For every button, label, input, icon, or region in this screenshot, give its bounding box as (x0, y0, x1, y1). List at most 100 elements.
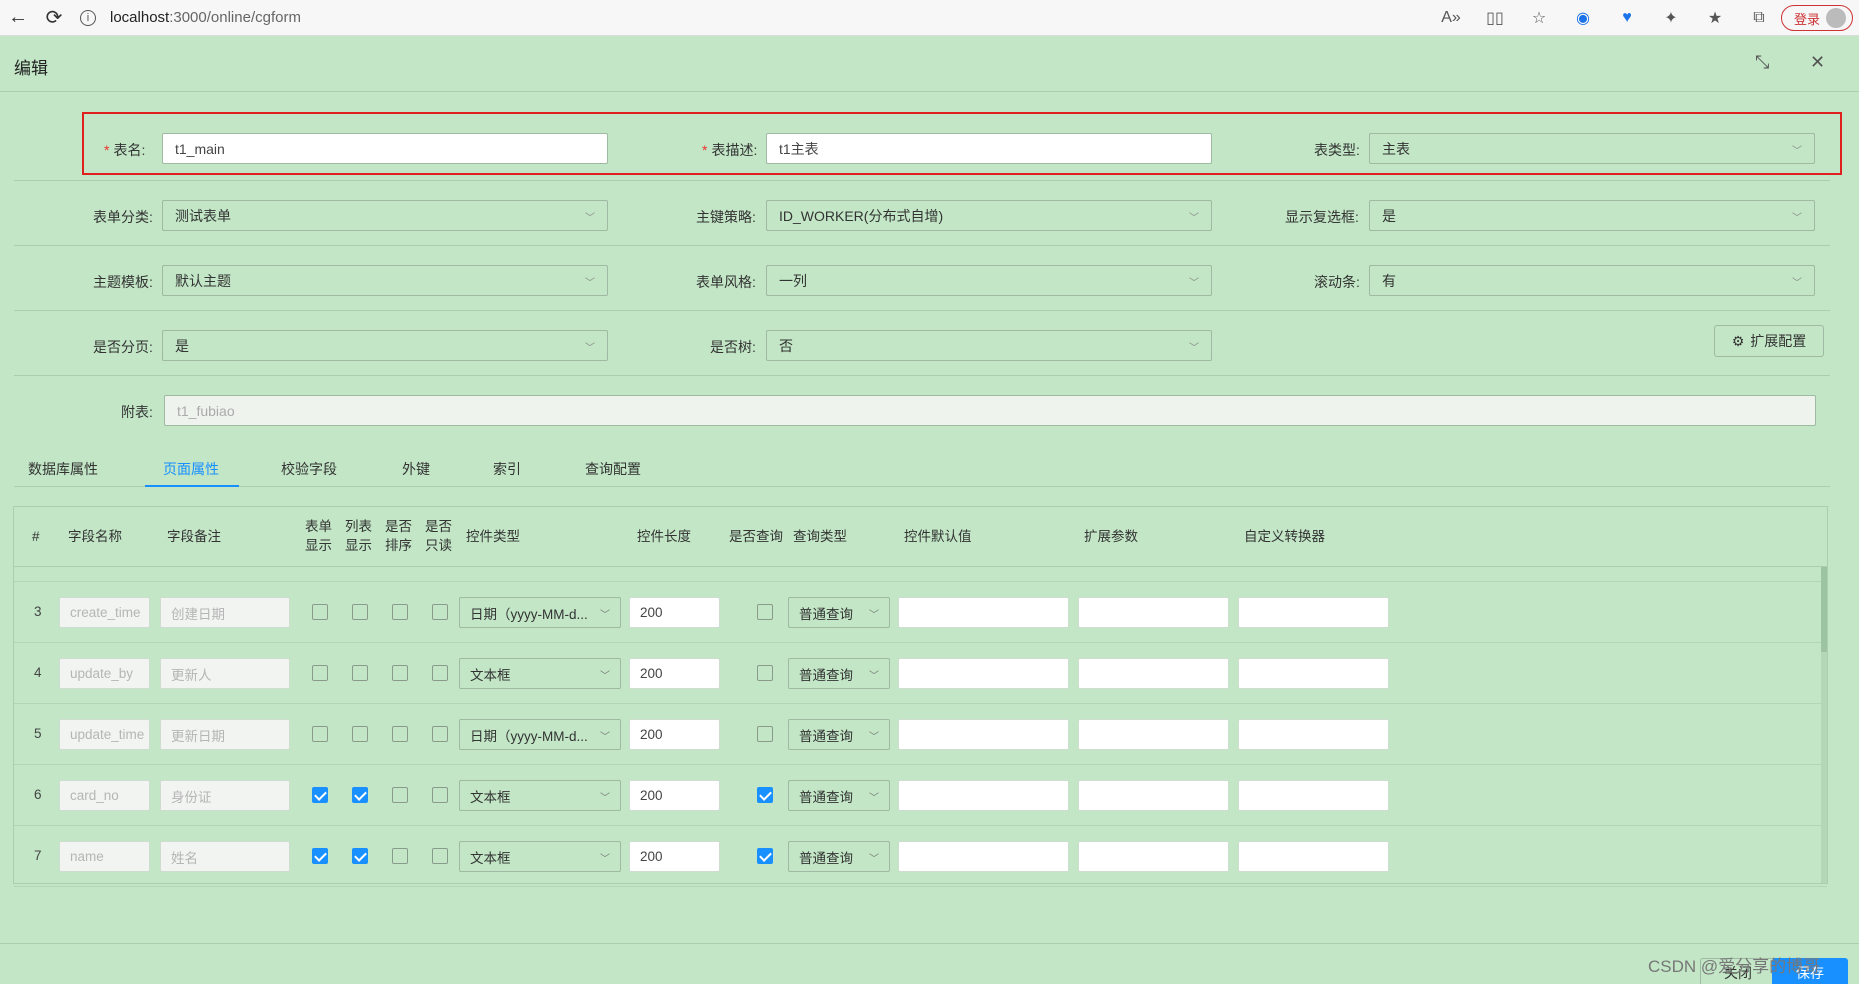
ext-param-input[interactable] (1078, 780, 1229, 811)
sort-checkbox[interactable] (392, 604, 408, 620)
sub-table-input[interactable]: t1_fubiao (164, 395, 1816, 426)
paging-select[interactable]: 是 ﹀ (162, 330, 608, 361)
ctrl-type-select[interactable]: 文本框 ﹀ (459, 780, 621, 811)
field-remark-input[interactable]: 更新人 (160, 658, 290, 689)
tab-foreign-key[interactable]: 外键 (402, 459, 430, 479)
field-name-input[interactable]: update_time (59, 719, 150, 750)
default-val-input[interactable] (898, 658, 1069, 689)
shield-extension-icon[interactable]: ♥ (1605, 0, 1649, 36)
query-type-select[interactable]: 普通查询 ﹀ (788, 780, 890, 811)
field-name-input[interactable]: name (59, 841, 150, 872)
ext-config-button[interactable]: ⚙ 扩展配置 (1714, 325, 1824, 357)
ro-checkbox[interactable] (432, 787, 448, 803)
list-checkbox[interactable] (352, 665, 368, 681)
form-style-select[interactable]: 一列 ﹀ (766, 265, 1212, 296)
ctrl-type-select[interactable]: 日期（yyyy-MM-d... ﹀ (459, 597, 621, 628)
query-type-select[interactable]: 普通查询 ﹀ (788, 658, 890, 689)
ro-checkbox[interactable] (432, 726, 448, 742)
list-checkbox[interactable] (352, 848, 368, 864)
ext-param-input[interactable] (1078, 597, 1229, 628)
query-type-select[interactable]: 普通查询 ﹀ (788, 841, 890, 872)
query-checkbox[interactable] (757, 726, 773, 742)
sort-checkbox[interactable] (392, 848, 408, 864)
tab-db-props[interactable]: 数据库属性 (28, 459, 98, 479)
ctrl-type-select[interactable]: 文本框 ﹀ (459, 658, 621, 689)
close-icon[interactable]: ✕ (1810, 52, 1825, 73)
reload-icon[interactable]: ⟳ (36, 0, 72, 36)
show-checkbox-label: 显示复选框: (1285, 209, 1359, 225)
pk-strategy-select[interactable]: ID_WORKER(分布式自增) ﹀ (766, 200, 1212, 231)
tab-validation[interactable]: 校验字段 (281, 459, 337, 479)
form-category-select[interactable]: 测试表单 ﹀ (162, 200, 608, 231)
query-checkbox[interactable] (757, 848, 773, 864)
back-icon[interactable]: ← (0, 0, 36, 36)
converter-input[interactable] (1238, 780, 1389, 811)
query-type-select[interactable]: 普通查询 ﹀ (788, 597, 890, 628)
default-val-input[interactable] (898, 597, 1069, 628)
login-button[interactable]: 登录 (1780, 5, 1853, 31)
read-aloud-icon[interactable]: A» (1429, 0, 1473, 36)
ctrl-len-input[interactable]: 200 (629, 780, 720, 811)
query-checkbox[interactable] (757, 665, 773, 681)
query-type-select[interactable]: 普通查询 ﹀ (788, 719, 890, 750)
ext-param-input[interactable] (1078, 719, 1229, 750)
field-remark-input[interactable]: 创建日期 (160, 597, 290, 628)
query-checkbox[interactable] (757, 604, 773, 620)
field-remark-input[interactable]: 身份证 (160, 780, 290, 811)
converter-input[interactable] (1238, 658, 1389, 689)
default-val-input[interactable] (898, 719, 1069, 750)
form-checkbox[interactable] (312, 848, 328, 864)
field-name-input[interactable]: card_no (59, 780, 150, 811)
ctrl-len-input[interactable]: 200 (629, 658, 720, 689)
list-checkbox[interactable] (352, 726, 368, 742)
form-checkbox[interactable] (312, 726, 328, 742)
converter-input[interactable] (1238, 719, 1389, 750)
form-checkbox[interactable] (312, 604, 328, 620)
ctrl-len-input[interactable]: 200 (629, 597, 720, 628)
fullscreen-exit-icon[interactable]: ⤡ (1755, 52, 1769, 73)
ro-checkbox[interactable] (432, 848, 448, 864)
ext-param-input[interactable] (1078, 841, 1229, 872)
field-remark-input[interactable]: 更新日期 (160, 719, 290, 750)
collections-icon[interactable]: ⧉ (1737, 0, 1781, 36)
field-remark-input[interactable]: 姓名 (160, 841, 290, 872)
favorite-add-icon[interactable]: ☆ (1517, 0, 1561, 36)
is-tree-select[interactable]: 否 ﹀ (766, 330, 1212, 361)
ctrl-type-select[interactable]: 文本框 ﹀ (459, 841, 621, 872)
tab-page-props[interactable]: 页面属性 (163, 459, 219, 479)
extensions-icon[interactable]: ✦ (1649, 0, 1693, 36)
extension-icon[interactable]: ◉ (1561, 0, 1605, 36)
ext-param-input[interactable] (1078, 658, 1229, 689)
reader-view-icon[interactable]: ▯▯ (1473, 0, 1517, 36)
site-info-icon[interactable]: i (80, 9, 96, 26)
converter-input[interactable] (1238, 597, 1389, 628)
field-name-input[interactable]: create_time (59, 597, 150, 628)
tab-index[interactable]: 索引 (493, 459, 521, 479)
tab-query-config[interactable]: 查询配置 (585, 459, 641, 479)
query-checkbox[interactable] (757, 787, 773, 803)
sort-checkbox[interactable] (392, 726, 408, 742)
favorites-icon[interactable]: ★ (1693, 0, 1737, 36)
scrollbar-select[interactable]: 有 ﹀ (1369, 265, 1815, 296)
sort-checkbox[interactable] (392, 665, 408, 681)
ro-checkbox[interactable] (432, 604, 448, 620)
show-checkbox-select[interactable]: 是 ﹀ (1369, 200, 1815, 231)
converter-input[interactable] (1238, 841, 1389, 872)
form-checkbox[interactable] (312, 787, 328, 803)
list-checkbox[interactable] (352, 787, 368, 803)
ctrl-len-input[interactable]: 200 (629, 719, 720, 750)
theme-select[interactable]: 默认主题 ﹀ (162, 265, 608, 296)
table-scrollbar-thumb[interactable] (1821, 567, 1827, 652)
ctrl-len-input[interactable]: 200 (629, 841, 720, 872)
ctrl-type-select[interactable]: 日期（yyyy-MM-d... ﹀ (459, 719, 621, 750)
ro-checkbox[interactable] (432, 665, 448, 681)
default-val-input[interactable] (898, 780, 1069, 811)
field-name-input[interactable]: update_by (59, 658, 150, 689)
sort-checkbox[interactable] (392, 787, 408, 803)
address-bar[interactable]: i localhost:3000/online/cgform (80, 9, 301, 26)
url-path: :3000/online/cgform (169, 9, 301, 26)
default-val-input[interactable] (898, 841, 1069, 872)
table-row: 6 card_no 身份证 文本框 ﹀ 200 普通查询 ﹀ (14, 765, 1827, 826)
list-checkbox[interactable] (352, 604, 368, 620)
form-checkbox[interactable] (312, 665, 328, 681)
